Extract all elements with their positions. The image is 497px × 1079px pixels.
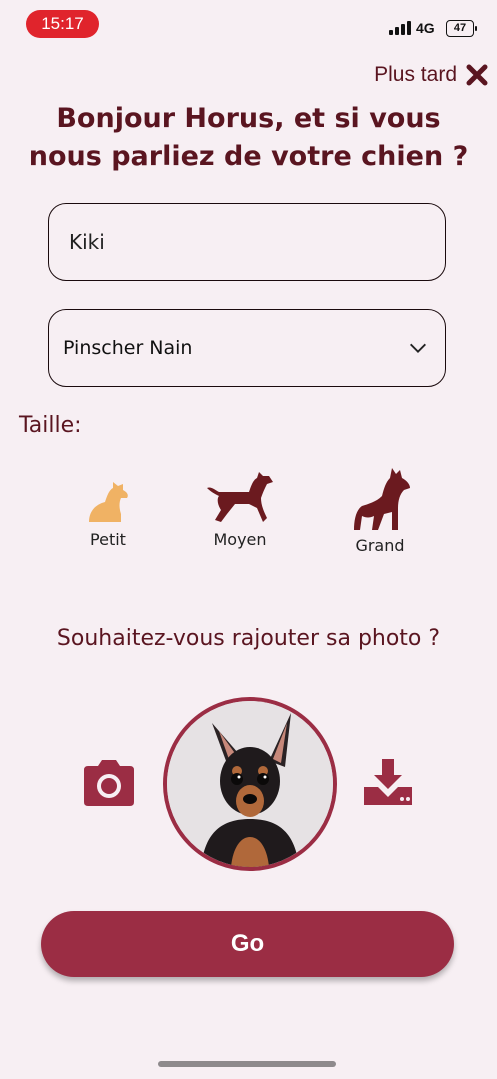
size-option-large[interactable]: Grand bbox=[340, 466, 420, 555]
later-button[interactable]: Plus tard bbox=[374, 60, 489, 90]
medium-dog-icon bbox=[207, 472, 273, 522]
network-type: 4G bbox=[416, 20, 435, 36]
later-label: Plus tard bbox=[374, 63, 457, 86]
breed-value: Pinscher Nain bbox=[63, 337, 193, 359]
dog-name-field[interactable] bbox=[48, 203, 446, 281]
photo-question: Souhaitez-vous rajouter sa photo ? bbox=[56, 626, 441, 651]
close-icon bbox=[466, 64, 488, 86]
size-option-label: Moyen bbox=[213, 530, 267, 549]
large-dog-icon bbox=[354, 468, 410, 530]
dog-photo bbox=[163, 697, 337, 871]
status-time: 15:17 bbox=[26, 10, 99, 38]
size-option-medium[interactable]: Moyen bbox=[200, 470, 280, 549]
signal-icon bbox=[389, 21, 411, 35]
size-option-label: Grand bbox=[355, 536, 405, 555]
chevron-down-icon bbox=[410, 343, 426, 353]
go-button[interactable]: Go bbox=[41, 911, 454, 977]
status-bar: 15:17 4G 47 bbox=[0, 0, 497, 50]
dog-name-input[interactable] bbox=[49, 230, 445, 254]
small-dog-icon bbox=[89, 482, 128, 522]
page-title: Bonjour Horus, et si vous nous parliez d… bbox=[28, 103, 469, 172]
size-option-label: Petit bbox=[90, 530, 126, 549]
breed-select[interactable]: Pinscher Nain bbox=[48, 309, 446, 387]
battery-icon: 47 bbox=[446, 20, 477, 37]
download-icon[interactable] bbox=[362, 757, 414, 807]
camera-icon[interactable] bbox=[80, 758, 138, 808]
size-option-small[interactable]: Petit bbox=[74, 480, 142, 549]
size-label: Taille: bbox=[19, 413, 82, 438]
home-indicator bbox=[158, 1061, 336, 1067]
